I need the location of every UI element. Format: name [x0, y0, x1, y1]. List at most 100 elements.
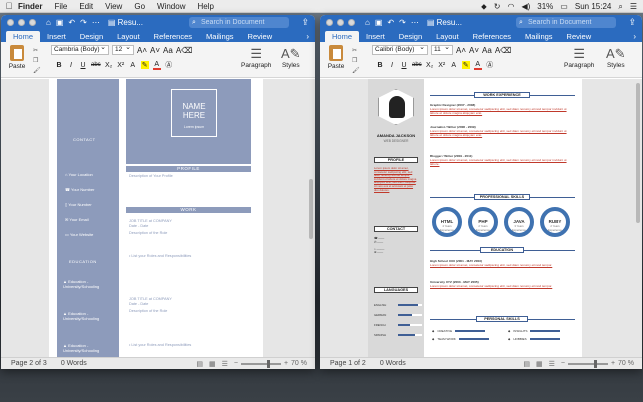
font-color-icon[interactable]: A: [473, 61, 482, 70]
tab-layout[interactable]: Layout: [110, 31, 147, 42]
redo-icon[interactable]: ↷: [399, 18, 406, 27]
share-icon[interactable]: ⇪: [301, 17, 309, 28]
tab-design[interactable]: Design: [73, 31, 110, 42]
close-button[interactable]: [326, 19, 333, 26]
menu-view[interactable]: View: [105, 2, 122, 11]
clear-formatting-icon[interactable]: A⌫: [176, 46, 193, 55]
font-name-select[interactable]: Calibri (Body): [372, 44, 428, 55]
print-layout-icon[interactable]: ▤: [523, 360, 530, 368]
sync-icon[interactable]: ↻: [494, 2, 501, 11]
clock[interactable]: Sun 15:24: [575, 2, 611, 11]
save-icon[interactable]: ▣: [56, 18, 64, 27]
page-count[interactable]: Page 1 of 2: [330, 360, 366, 367]
strikethrough-button[interactable]: abc: [91, 62, 101, 68]
subscript-button[interactable]: X₂: [105, 62, 113, 69]
font-name-select[interactable]: Cambria (Body): [51, 44, 109, 55]
web-layout-icon[interactable]: ▦: [209, 360, 216, 368]
paste-button[interactable]: Paste: [326, 45, 346, 70]
clear-formatting-icon[interactable]: A⌫: [495, 46, 512, 55]
home-icon[interactable]: ⌂: [365, 18, 370, 27]
italic-button[interactable]: I: [388, 62, 396, 69]
zoom-out-icon[interactable]: −: [561, 360, 565, 367]
word-count[interactable]: 0 Words: [61, 360, 87, 367]
menu-edit[interactable]: Edit: [79, 2, 93, 11]
font-color-icon[interactable]: A: [152, 61, 161, 70]
paste-button[interactable]: Paste: [7, 45, 27, 70]
document-canvas[interactable]: CONTACT ⌂ Your Location ☎ Your Number ▯ …: [1, 79, 315, 357]
tab-insert[interactable]: Insert: [40, 31, 73, 42]
menu-window[interactable]: Window: [157, 2, 185, 11]
zoom-level[interactable]: 70 %: [618, 360, 634, 367]
undo-icon[interactable]: ↶: [387, 18, 394, 27]
font-size-select[interactable]: 12: [112, 44, 134, 55]
chevron-right-icon[interactable]: ›: [633, 31, 636, 42]
highlight-icon[interactable]: ✎: [461, 61, 470, 69]
document-page[interactable]: AMANDA JACKSON WEB DESIGNER PROFILE Lore…: [368, 79, 582, 357]
focus-icon[interactable]: ☰: [222, 360, 228, 368]
tab-mailings[interactable]: Mailings: [518, 31, 560, 42]
menu-go[interactable]: Go: [134, 2, 145, 11]
share-icon[interactable]: ⇪: [628, 17, 636, 28]
document-page[interactable]: CONTACT ⌂ Your Location ☎ Your Number ▯ …: [49, 79, 263, 357]
tab-review[interactable]: Review: [560, 31, 599, 42]
tab-home[interactable]: Home: [6, 31, 41, 42]
subscript-button[interactable]: X₂: [426, 62, 434, 69]
web-layout-icon[interactable]: ▦: [536, 360, 543, 368]
save-icon[interactable]: ▣: [375, 18, 383, 27]
strikethrough-button[interactable]: abc: [412, 62, 422, 68]
paragraph-button[interactable]: ☰ Paragraph: [241, 45, 271, 69]
more-icon[interactable]: ⋯: [92, 18, 100, 27]
superscript-button[interactable]: X²: [438, 62, 446, 69]
italic-button[interactable]: I: [67, 62, 75, 69]
menu-help[interactable]: Help: [197, 2, 213, 11]
zoom-button[interactable]: [29, 19, 36, 26]
close-button[interactable]: [7, 19, 14, 26]
vertical-scrollbar[interactable]: [636, 83, 640, 223]
dropbox-icon[interactable]: ⬥: [481, 2, 487, 12]
chevron-right-icon[interactable]: ›: [306, 31, 309, 42]
paragraph-button[interactable]: ☰ Paragraph: [564, 45, 594, 69]
battery-percent[interactable]: 31%: [537, 2, 553, 11]
zoom-in-icon[interactable]: +: [284, 360, 288, 367]
font-size-select[interactable]: 11: [431, 44, 453, 55]
tab-design[interactable]: Design: [392, 31, 429, 42]
volume-icon[interactable]: ◀): [521, 2, 530, 11]
search-input[interactable]: ⌕ Search in Document: [516, 17, 616, 28]
styles-button[interactable]: A✎ Styles: [606, 45, 626, 69]
shrink-font-icon[interactable]: A˅: [469, 46, 479, 55]
underline-button[interactable]: U: [400, 62, 408, 69]
notification-center-icon[interactable]: ☰: [630, 2, 637, 11]
shrink-font-icon[interactable]: A˅: [150, 46, 160, 55]
grow-font-icon[interactable]: A˄: [137, 46, 147, 55]
minimize-button[interactable]: [18, 19, 25, 26]
tab-references[interactable]: References: [147, 31, 199, 42]
menu-app-finder[interactable]: Finder: [18, 2, 42, 11]
cut-icon[interactable]: ✂: [33, 47, 41, 54]
search-icon[interactable]: ⌕: [618, 2, 622, 12]
battery-icon[interactable]: ▭: [560, 2, 568, 11]
redo-icon[interactable]: ↷: [80, 18, 87, 27]
text-effects-icon[interactable]: A: [450, 62, 458, 69]
wifi-icon[interactable]: ◠: [507, 2, 514, 11]
grow-font-icon[interactable]: A˄: [456, 46, 466, 55]
tab-review[interactable]: Review: [241, 31, 280, 42]
home-icon[interactable]: ⌂: [46, 18, 51, 27]
cut-icon[interactable]: ✂: [352, 47, 360, 54]
document-canvas[interactable]: AMANDA JACKSON WEB DESIGNER PROFILE Lore…: [320, 79, 642, 357]
change-case-icon[interactable]: Aa: [163, 46, 173, 55]
vertical-scrollbar[interactable]: [309, 179, 313, 239]
search-input[interactable]: ⌕ Search in Document: [189, 17, 289, 28]
bold-button[interactable]: B: [376, 62, 384, 69]
zoom-out-icon[interactable]: −: [234, 360, 238, 367]
tab-references[interactable]: References: [466, 31, 518, 42]
zoom-level[interactable]: 70 %: [291, 360, 307, 367]
undo-icon[interactable]: ↶: [68, 18, 75, 27]
zoom-button[interactable]: [348, 19, 355, 26]
page-count[interactable]: Page 2 of 3: [11, 360, 47, 367]
apple-menu-icon[interactable]: : [0, 1, 18, 11]
character-border-icon[interactable]: Ⓐ: [165, 60, 173, 70]
character-border-icon[interactable]: Ⓐ: [486, 60, 494, 70]
minimize-button[interactable]: [337, 19, 344, 26]
bold-button[interactable]: B: [55, 62, 63, 69]
text-effects-icon[interactable]: A: [129, 62, 137, 69]
